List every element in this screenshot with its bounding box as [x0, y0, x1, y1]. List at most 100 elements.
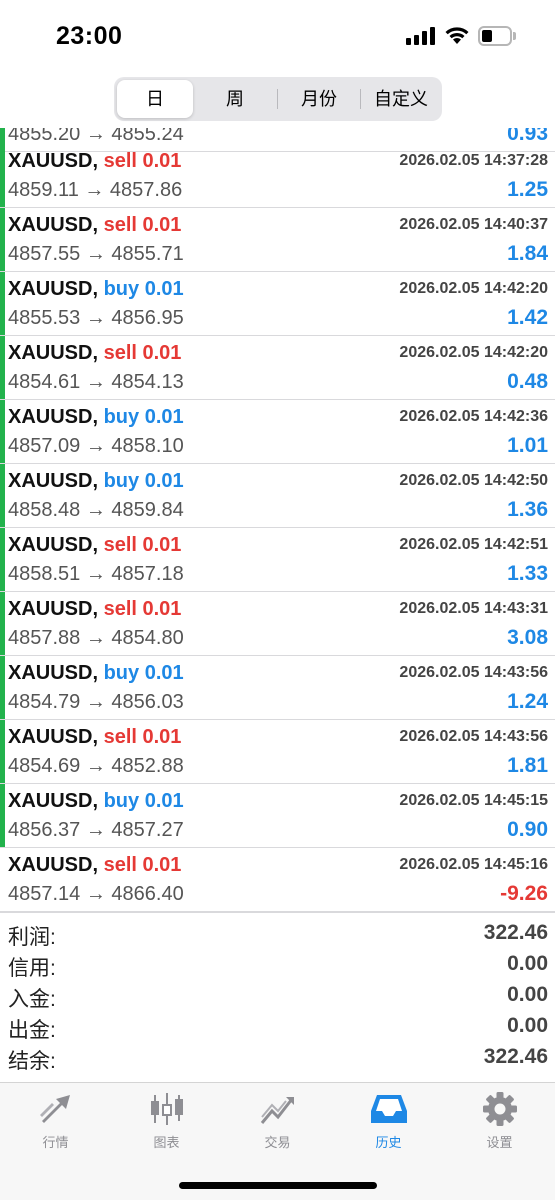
summary-deposit: 入金: 0.00	[8, 983, 548, 1011]
list-item[interactable]: XAUUSD, sell 0.01 2026.02.05 14:43:56 4854…	[0, 720, 555, 784]
status-time: 23:00	[56, 22, 123, 50]
trade-side: buy 0.01	[103, 790, 184, 812]
trade-prices: 4854.61 → 4854.13	[8, 371, 184, 393]
trade-prices: 4855.53 → 4856.95	[8, 307, 184, 329]
trade-profit: 0.90	[507, 818, 548, 841]
trade-prices: 4857.88 → 4854.80	[8, 627, 184, 649]
list-item[interactable]: XAUUSD, buy 0.01 2026.02.05 14:43:56 4854.…	[0, 656, 555, 720]
trade-side: buy 0.01	[103, 662, 184, 684]
trade-side: buy 0.01	[103, 406, 184, 428]
trade-prices: 4857.55 → 4855.71	[8, 243, 184, 265]
trade-symbol: XAUUSD, buy 0.01	[8, 790, 184, 812]
trade-profit: 1.01	[507, 434, 548, 457]
trade-prices: 4854.79 → 4856.03	[8, 691, 184, 713]
trade-profit: 0.48	[507, 370, 548, 393]
trade-time: 2026.02.05 14:43:31	[399, 600, 548, 617]
trade-profit: 1.81	[507, 754, 548, 777]
list-item[interactable]: XAUUSD, sell 0.01 2026.02.05 14:45:16 4857…	[0, 848, 555, 912]
trade-time: 2026.02.05 14:42:51	[399, 536, 548, 553]
tab-custom[interactable]: 自定义	[362, 80, 440, 118]
list-item[interactable]: XAUUSD, sell 0.01 2026.02.05 14:42:20 4854…	[0, 336, 555, 400]
list-item[interactable]: XAUUSD, sell 0.01 2026.02.05 14:40:37 4857…	[0, 208, 555, 272]
quotes-arrows-icon	[39, 1095, 70, 1123]
trade-profit: 1.42	[507, 306, 548, 329]
trade-symbol: XAUUSD, sell 0.01	[8, 854, 182, 876]
trade-profit: 1.25	[507, 178, 548, 201]
trade-time: 2026.02.05 14:43:56	[399, 664, 548, 681]
candlestick-chart-icon	[150, 1093, 183, 1125]
trade-side: buy 0.01	[103, 470, 184, 492]
trade-time: 2026.02.05 14:42:20	[399, 280, 548, 297]
tab-charts[interactable]: 图表	[111, 1091, 222, 1153]
list-item[interactable]: XAUUSD, sell 0.01 2026.02.05 14:42:51 4858…	[0, 528, 555, 592]
battery-icon	[478, 26, 516, 46]
tab-trade[interactable]: 交易	[222, 1091, 333, 1153]
trade-side: buy 0.01	[103, 278, 184, 300]
account-summary: 利润: 322.46 信用: 0.00 入金: 0.00 出金: 0.00 结余…	[0, 912, 555, 1082]
trade-side: sell 0.01	[103, 854, 182, 876]
trade-side: sell 0.01	[103, 598, 182, 620]
summary-credit: 信用: 0.00	[8, 952, 548, 980]
cellular-signal-icon	[406, 27, 436, 45]
trade-time: 2026.02.05 14:45:15	[399, 792, 548, 809]
period-selector-bar: 日 周 月份 自定义	[0, 72, 555, 128]
list-item[interactable]: XAUUSD, buy 0.01 2026.02.05 14:42:20 4855.…	[0, 272, 555, 336]
period-segmented-control: 日 周 月份 自定义	[114, 77, 442, 121]
home-indicator	[179, 1182, 377, 1189]
tab-day[interactable]: 日	[117, 80, 193, 118]
trade-side: sell 0.01	[103, 214, 182, 236]
trade-symbol: XAUUSD, buy 0.01	[8, 662, 184, 684]
trade-prices: 4858.48 → 4859.84	[8, 499, 184, 521]
list-item[interactable]: XAUUSD, sell 0.01 2026.02.05 14:37:28 4859…	[0, 144, 555, 208]
list-item[interactable]: XAUUSD, buy 0.01 2026.02.05 14:42:36 4857.…	[0, 400, 555, 464]
trade-profit: 1.24	[507, 690, 548, 713]
tab-history[interactable]: 历史	[333, 1091, 444, 1153]
status-bar: 23:00	[0, 0, 555, 72]
list-item[interactable]: XAUUSD, buy 0.01 2026.02.05 14:45:15 4856.…	[0, 784, 555, 848]
trade-prices: 4854.69 → 4852.88	[8, 755, 184, 777]
trade-profit: -9.26	[500, 882, 548, 905]
summary-profit: 利润: 322.46	[8, 921, 548, 949]
summary-balance: 结余: 322.46	[8, 1045, 548, 1073]
trade-symbol: XAUUSD, buy 0.01	[8, 278, 184, 300]
list-item[interactable]: XAUUSD, sell 0.01 2026.02.05 14:43:31 4857…	[0, 592, 555, 656]
tab-week[interactable]: 周	[196, 80, 274, 118]
history-inbox-icon	[370, 1095, 407, 1123]
trade-symbol: XAUUSD, sell 0.01	[8, 726, 182, 748]
trade-chart-icon	[260, 1097, 294, 1124]
tab-quotes[interactable]: 行情	[0, 1091, 111, 1153]
tab-settings[interactable]: 设置	[444, 1091, 555, 1153]
list-item[interactable]: XAUUSD, buy 0.01 2026.02.05 14:42:50 4858.…	[0, 464, 555, 528]
trade-profit: 1.84	[507, 242, 548, 265]
trade-side: sell 0.01	[103, 150, 182, 172]
gear-icon	[482, 1092, 517, 1126]
trade-symbol: XAUUSD, sell 0.01	[8, 598, 182, 620]
trade-symbol: XAUUSD, sell 0.01	[8, 342, 182, 364]
trade-history-list[interactable]: 4855.20 → 4855.24 0.93 XAUUSD, sell 0.01…	[0, 128, 555, 912]
summary-withdrawal: 出金: 0.00	[8, 1014, 548, 1042]
trade-symbol: XAUUSD, buy 0.01	[8, 406, 184, 428]
trade-prices: 4859.11 → 4857.86	[8, 179, 183, 201]
tab-month[interactable]: 月份	[279, 80, 359, 118]
trade-side: sell 0.01	[103, 726, 182, 748]
trade-time: 2026.02.05 14:43:56	[399, 728, 548, 745]
trade-side: sell 0.01	[103, 342, 182, 364]
trade-time: 2026.02.05 14:40:37	[399, 216, 548, 233]
wifi-icon	[444, 25, 470, 45]
trade-symbol: XAUUSD, buy 0.01	[8, 470, 184, 492]
trade-time: 2026.02.05 14:42:36	[399, 408, 548, 425]
trade-symbol: XAUUSD, sell 0.01	[8, 150, 182, 172]
trade-side: sell 0.01	[103, 534, 182, 556]
trade-prices: 4856.37 → 4857.27	[8, 819, 184, 841]
trade-profit: 3.08	[507, 626, 548, 649]
trade-time: 2026.02.05 14:37:28	[399, 152, 548, 169]
trade-profit: 1.36	[507, 498, 548, 521]
trade-time: 2026.02.05 14:45:16	[399, 856, 548, 873]
trade-profit: 1.33	[507, 562, 548, 585]
trade-prices: 4857.14 → 4866.40	[8, 883, 184, 905]
trade-prices: 4858.51 → 4857.18	[8, 563, 184, 585]
trade-time: 2026.02.05 14:42:50	[399, 472, 548, 489]
trade-symbol: XAUUSD, sell 0.01	[8, 214, 182, 236]
trade-time: 2026.02.05 14:42:20	[399, 344, 548, 361]
trade-prices: 4857.09 → 4858.10	[8, 435, 184, 457]
